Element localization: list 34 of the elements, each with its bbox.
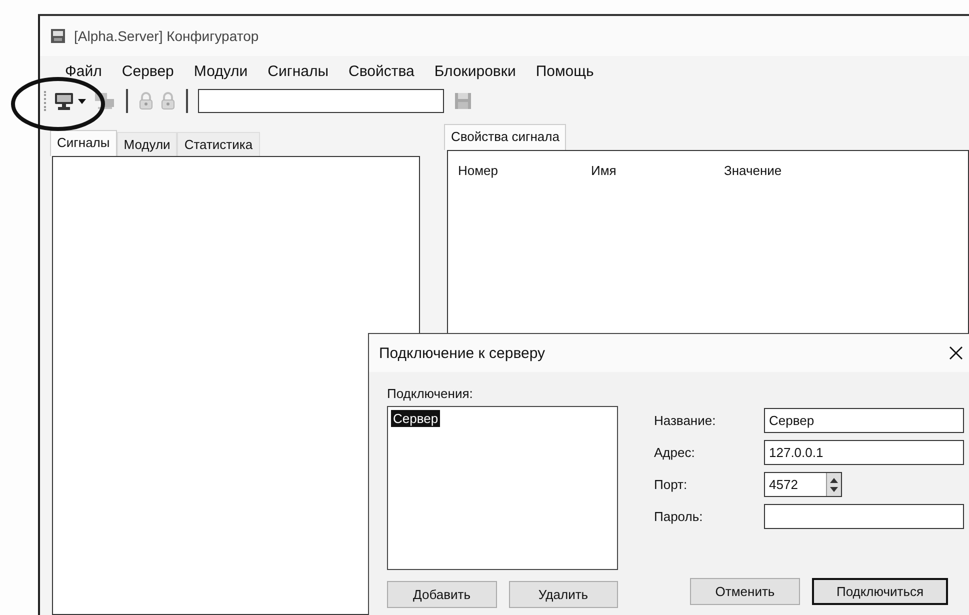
monitor-icon[interactable] <box>54 91 88 111</box>
tab[interactable]: Сигналы <box>50 130 117 156</box>
column-header[interactable]: Значение <box>724 163 857 178</box>
text-field[interactable]: 127.0.0.1 <box>764 440 964 465</box>
field-label: Адрес: <box>654 445 696 460</box>
tab[interactable]: Статистика <box>177 132 260 156</box>
column-header[interactable]: Номер <box>458 163 591 178</box>
password-field[interactable] <box>764 504 964 529</box>
tab[interactable]: Модули <box>116 132 178 156</box>
list-label: Подключения: <box>387 386 474 401</box>
menu-item[interactable]: Файл <box>64 60 103 82</box>
column-header[interactable]: Имя <box>591 163 724 178</box>
dialog-button[interactable]: Подключиться <box>812 578 948 605</box>
field-label: Пароль: <box>654 509 704 524</box>
field-label: Название: <box>654 413 717 428</box>
app-icon <box>50 28 66 44</box>
toolbar-field[interactable] <box>198 89 444 113</box>
dialog-title: Подключение к серверу <box>379 344 546 362</box>
dialog-button[interactable]: Добавить <box>387 581 496 608</box>
menu-item[interactable]: Помощь <box>534 60 595 82</box>
menu-item[interactable]: Свойства <box>347 60 416 82</box>
port-spinner[interactable]: 4572 <box>764 472 842 497</box>
tab[interactable]: Свойства сигнала <box>444 124 566 150</box>
dialog-button[interactable]: Отменить <box>690 578 800 605</box>
menu-item[interactable]: Блокировки <box>433 60 517 82</box>
text-field[interactable]: Сервер <box>764 408 964 433</box>
list-item[interactable]: Сервер <box>391 410 440 427</box>
field-label: Порт: <box>654 477 688 492</box>
menu-item[interactable]: Сигналы <box>266 60 330 82</box>
menu-item[interactable]: Сервер <box>120 60 175 82</box>
dialog-button[interactable]: Удалить <box>508 581 618 608</box>
close-icon[interactable] <box>949 346 963 360</box>
menu-item[interactable]: Модули <box>192 60 249 82</box>
window-title: [Alpha.Server] Конфигуратор <box>74 28 259 44</box>
